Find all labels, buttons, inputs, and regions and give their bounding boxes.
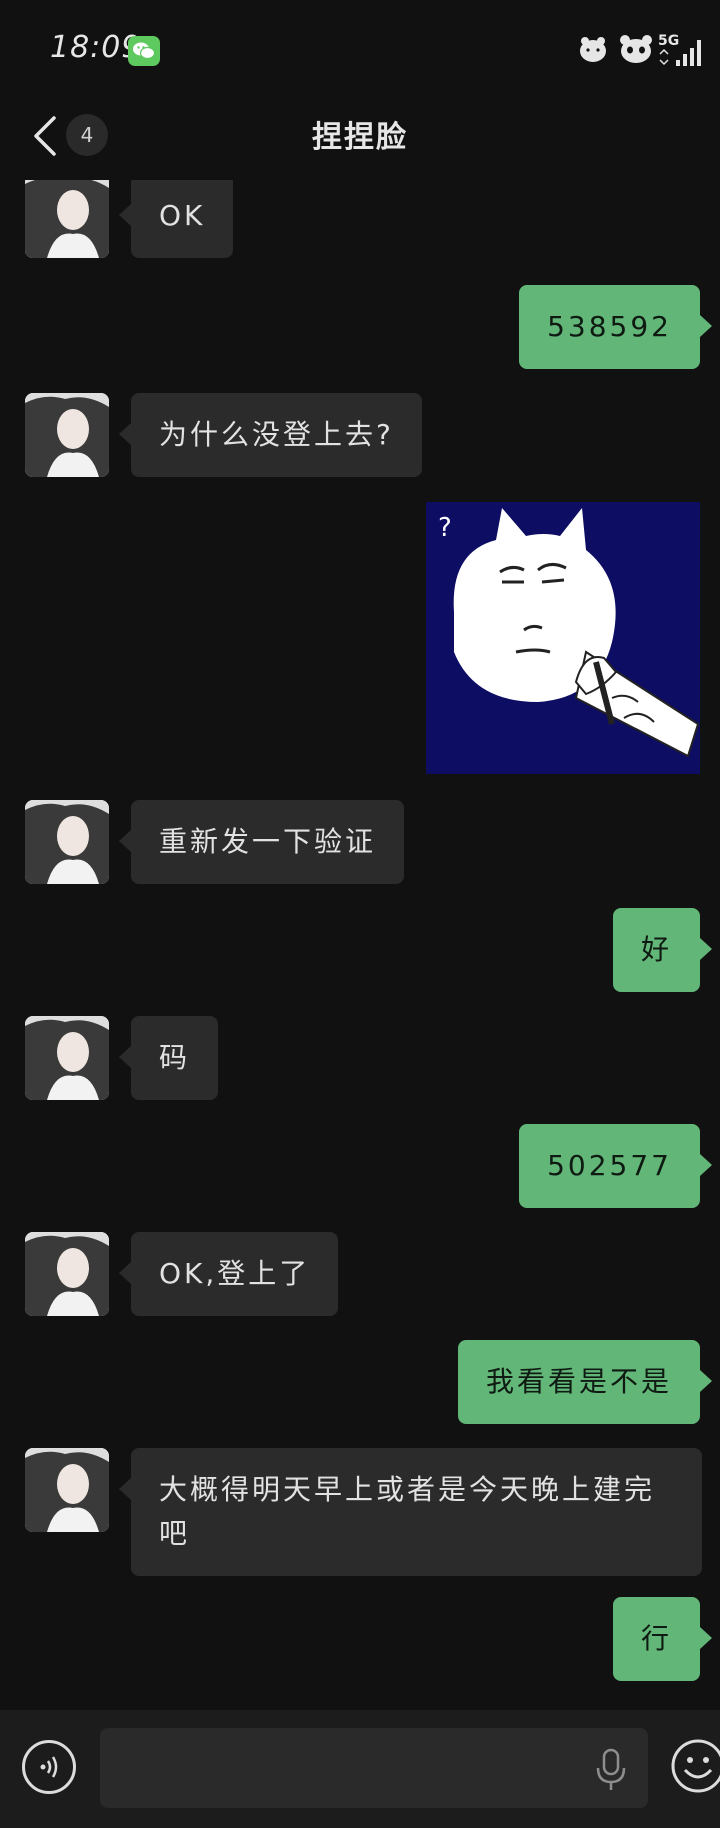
emoji-icon[interactable] bbox=[670, 1738, 720, 1794]
microphone-icon[interactable] bbox=[594, 1748, 628, 1792]
wechat-notification-icon bbox=[128, 36, 160, 66]
status-bar: 18:09 5G bbox=[0, 0, 720, 100]
message-text: 重新发一下验证 bbox=[159, 825, 377, 858]
contact-avatar[interactable] bbox=[25, 1016, 109, 1100]
contact-avatar[interactable] bbox=[25, 1448, 109, 1532]
back-arrow-icon[interactable] bbox=[30, 114, 60, 158]
message-bubble[interactable]: 好 bbox=[612, 908, 713, 992]
voice-mode-button[interactable] bbox=[22, 1740, 76, 1794]
panda-icon bbox=[620, 35, 652, 63]
message-input[interactable] bbox=[100, 1728, 648, 1808]
message-text: 538592 bbox=[547, 310, 672, 343]
signal-icon: 5G bbox=[658, 33, 701, 66]
message-text: 大概得明天早上或者是今天晚上建完吧 bbox=[159, 1473, 656, 1550]
contact-avatar[interactable] bbox=[25, 393, 109, 477]
message-bubble[interactable]: 502577 bbox=[519, 1124, 712, 1208]
message-bubble[interactable]: OK bbox=[118, 180, 234, 258]
voice-icon bbox=[40, 1756, 58, 1778]
contact-avatar[interactable] bbox=[25, 800, 109, 884]
message-bubble[interactable]: 大概得明天早上或者是今天晚上建完吧 bbox=[119, 1448, 702, 1576]
message-text: 行 bbox=[640, 1622, 672, 1655]
message-bubble[interactable]: 重新发一下验证 bbox=[118, 800, 405, 884]
message-bubble[interactable]: 538592 bbox=[519, 285, 712, 369]
composer-bar bbox=[0, 1710, 720, 1828]
contact-avatar[interactable] bbox=[25, 1232, 109, 1316]
message-text: 码 bbox=[159, 1041, 191, 1074]
chat-header: 捏捏脸 4 bbox=[0, 100, 720, 180]
sticker-message[interactable]: ? bbox=[426, 502, 700, 774]
cat-pen-question-sticker: ? bbox=[426, 502, 700, 774]
message-text: 为什么没登上去? bbox=[159, 418, 394, 451]
unread-count-badge[interactable]: 4 bbox=[66, 114, 108, 156]
message-bubble[interactable]: 码 bbox=[118, 1016, 219, 1100]
message-bubble[interactable]: 我看看是不是 bbox=[457, 1340, 713, 1424]
message-list[interactable]: OK 538592 为什么没登上去? ? 重新发一下验证 好 码 502577 … bbox=[0, 180, 720, 1710]
network-type: 5G bbox=[658, 33, 679, 49]
message-bubble[interactable]: OK,登上了 bbox=[118, 1232, 339, 1316]
contact-avatar[interactable] bbox=[25, 180, 109, 258]
status-icons: 5G bbox=[576, 30, 716, 70]
message-text: 我看看是不是 bbox=[485, 1365, 672, 1398]
message-text: 好 bbox=[640, 933, 672, 966]
message-text: 502577 bbox=[547, 1149, 672, 1182]
message-text: OK,登上了 bbox=[159, 1257, 311, 1290]
message-bubble[interactable]: 为什么没登上去? bbox=[119, 393, 422, 477]
message-bubble[interactable]: 行 bbox=[612, 1597, 713, 1681]
pet-icon bbox=[580, 37, 606, 62]
message-text: OK bbox=[159, 199, 206, 232]
svg-text:?: ? bbox=[438, 513, 452, 543]
chat-title: 捏捏脸 bbox=[312, 120, 408, 155]
